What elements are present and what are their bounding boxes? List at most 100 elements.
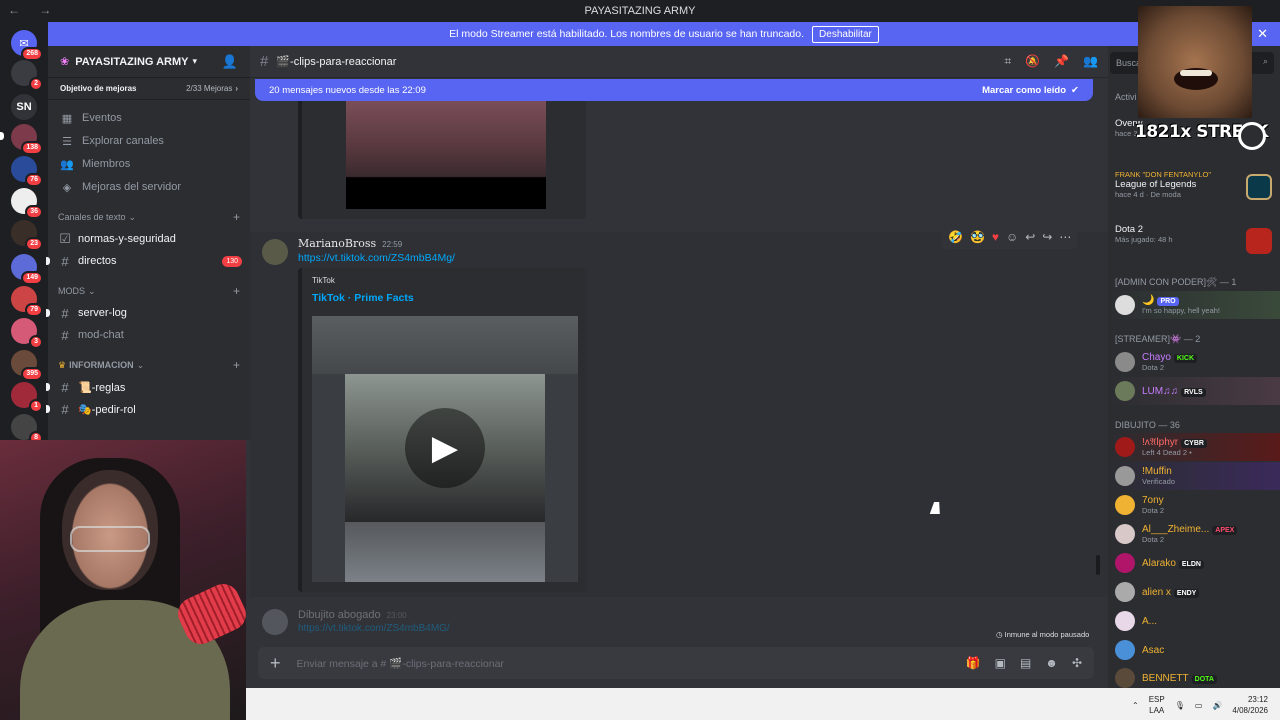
member-row[interactable]: Asac [1108,636,1280,664]
gift-icon[interactable]: 🎁 [966,656,981,670]
member-row[interactable]: Alarako ELDN [1108,549,1280,577]
guild-icon[interactable]: 8 [11,414,43,445]
reply-icon[interactable]: ↩ [1025,230,1035,244]
nav-arrows[interactable]: ← → [8,3,59,17]
play-icon[interactable]: ▶ [405,408,485,488]
member-row[interactable]: A... [1108,607,1280,635]
boost-goal[interactable]: Objetivo de mejoras 2/33 Mejoras › [48,78,250,100]
clock[interactable]: 23:12 4/08/2026 [1232,694,1268,716]
reaction-emoji-icon[interactable]: 🤣 [948,230,963,244]
message-input[interactable]: Enviar mensaje a # 🎬-clips-para-reaccion… [297,657,504,670]
member-row[interactable]: Al___Zheime... APEX Dota 2 [1108,520,1280,548]
message-author[interactable]: Dibujito abogado 23:00 [298,609,407,621]
channel-mod-chat[interactable]: # mod-chat [48,324,250,346]
member-row[interactable]: !Muffin Verificado [1108,462,1280,490]
embed-thumbnail[interactable] [346,101,546,209]
member-row[interactable]: 🌙 PRO I'm so happy, hell yeah! [1108,291,1280,319]
guild-icon[interactable]: 3 [11,318,43,349]
message-link[interactable]: https://vt.tiktok.com/ZS4mbB4MG/ [298,623,450,634]
emoji-icon[interactable]: ☻ [1045,656,1058,670]
reaction-face-overlay [1138,6,1252,118]
forward-icon[interactable]: ↪ [1042,230,1052,244]
member-name: Chayo [1142,352,1171,363]
add-channel-icon[interactable]: + [233,358,240,372]
channel-normas[interactable]: ☑ normas-y-seguridad [48,228,250,250]
reaction-emoji-icon[interactable]: 🥸 [970,230,985,244]
channel-pedir-rol[interactable]: # 🎭-pedir-rol [46,398,250,420]
category-informacion[interactable]: ♛ INFORMACION ⌄ + [48,354,250,376]
channel-server-log[interactable]: # server-log [46,302,250,324]
message-composer[interactable]: + Enviar mensaje a # 🎬-clips-para-reacci… [258,647,1094,679]
pin-icon[interactable]: 📌 [1054,54,1069,69]
new-messages-bar[interactable]: 20 mensajes nuevos desde las 22:09 Marca… [255,79,1093,101]
scrollbar-thumb[interactable] [1096,555,1100,575]
member-row[interactable]: Chayo KICK Dota 2 [1108,348,1280,376]
sidebar-item-members[interactable]: 👥 Miembros [48,153,250,175]
avatar[interactable] [262,609,288,635]
message-link[interactable]: https://vt.tiktok.com/ZS4mbB4Mg/ [298,252,455,264]
member-row[interactable]: !ʌ𝔄lphyr CYBR Left 4 Dead 2 • [1108,433,1280,461]
microphone-icon[interactable]: 🎙 [1175,701,1185,710]
member-row[interactable]: alien x ENDY [1108,578,1280,606]
sidebar-item-events[interactable]: ▦ Eventos [48,107,250,129]
heart-icon[interactable]: ♥ [992,230,999,244]
gif-icon[interactable]: ▣ [995,656,1006,670]
guild-icon[interactable]: 1 [11,382,43,413]
attach-plus-icon[interactable]: + [270,653,281,674]
rules-channel-icon: ☑ [59,231,71,246]
activity-card[interactable]: FRANK "DON FENTANYLO" League of Legends … [1108,170,1280,210]
boost-icon: ◈ [62,181,72,194]
activity-card[interactable]: Dota 2 Más jugado: 48 h [1108,224,1280,260]
guild-icon[interactable]: 36 [11,188,43,219]
category-mods[interactable]: MODS ⌄ + [48,280,250,302]
channel-title: 🎬-clips-para-reaccionar [276,56,397,68]
guild-icon[interactable]: 395 [11,350,43,381]
league-of-legends-icon [1246,174,1272,200]
guild-icon[interactable]: 2 [11,60,43,91]
mark-read-button[interactable]: Marcar como leído [982,85,1066,96]
server-header[interactable]: ❀ PAYASITAZING ARMY ▾ 👤 [48,46,250,78]
close-banner-icon[interactable]: ✕ [1257,26,1268,42]
sidebar-item-browse[interactable]: ☰ Explorar canales [48,130,250,152]
avatar[interactable] [262,239,288,265]
channel-reglas[interactable]: # 📜-reglas [46,376,250,398]
threads-icon[interactable]: ⌗ [1004,54,1011,69]
guild-icon[interactable]: SN [11,94,37,120]
embed-title[interactable]: TikTok · Prime Facts [312,292,414,304]
disable-streamer-button[interactable]: Deshabilitar [812,25,879,43]
chevron-down-icon: ▾ [192,56,198,66]
add-channel-icon[interactable]: + [233,284,240,298]
add-reaction-icon[interactable]: ☺ [1006,230,1018,244]
mute-icon[interactable]: 🔕 [1025,54,1040,69]
category-text-channels[interactable]: Canales de texto ⌄ + [48,206,250,228]
language-sub: LAA [1149,706,1165,715]
apps-icon[interactable]: ✣ [1072,656,1082,670]
member-row[interactable]: BENNETT DOTA [1108,664,1280,688]
embed-video[interactable]: ▶ [312,316,578,582]
guild-icon[interactable]: 76 [11,156,43,187]
member-list-icon[interactable]: 👥 [1083,54,1098,69]
guild-icon[interactable]: 149 [11,254,43,285]
member-row[interactable]: 7ony Dota 2 [1108,491,1280,519]
sticker-icon[interactable]: ▤ [1020,656,1031,670]
channel-directos[interactable]: # directos 130 [46,250,250,272]
more-icon[interactable]: ⋯ [1059,230,1071,244]
mark-read-icon: ✔ [1071,84,1079,96]
battery-icon[interactable]: ▭ [1195,701,1203,710]
volume-icon[interactable]: 🔊 [1212,701,1222,710]
streamer-banner-text: El modo Streamer está habilitado. Los no… [449,28,805,40]
guild-icon[interactable]: 23 [11,220,43,251]
add-channel-icon[interactable]: + [233,210,240,224]
invite-user-icon[interactable]: 👤 [222,54,238,70]
guild-icon[interactable]: 79 [11,286,43,317]
webcam-glasses [70,526,150,552]
sidebar-item-boosts[interactable]: ◈ Mejoras del servidor [48,176,250,198]
guild-icon-home[interactable]: ✉ 268 [11,30,43,61]
avatar [1115,437,1135,457]
guild-icon[interactable]: 138 [11,124,43,155]
member-name: alien x [1142,586,1171,598]
chevron-up-icon[interactable]: ⌃ [1132,701,1139,710]
language-indicator[interactable]: ESP LAA [1149,694,1165,716]
message-author[interactable]: MarianoBross [298,237,376,250]
member-row[interactable]: LUM♫♫ RVLS [1108,377,1280,405]
